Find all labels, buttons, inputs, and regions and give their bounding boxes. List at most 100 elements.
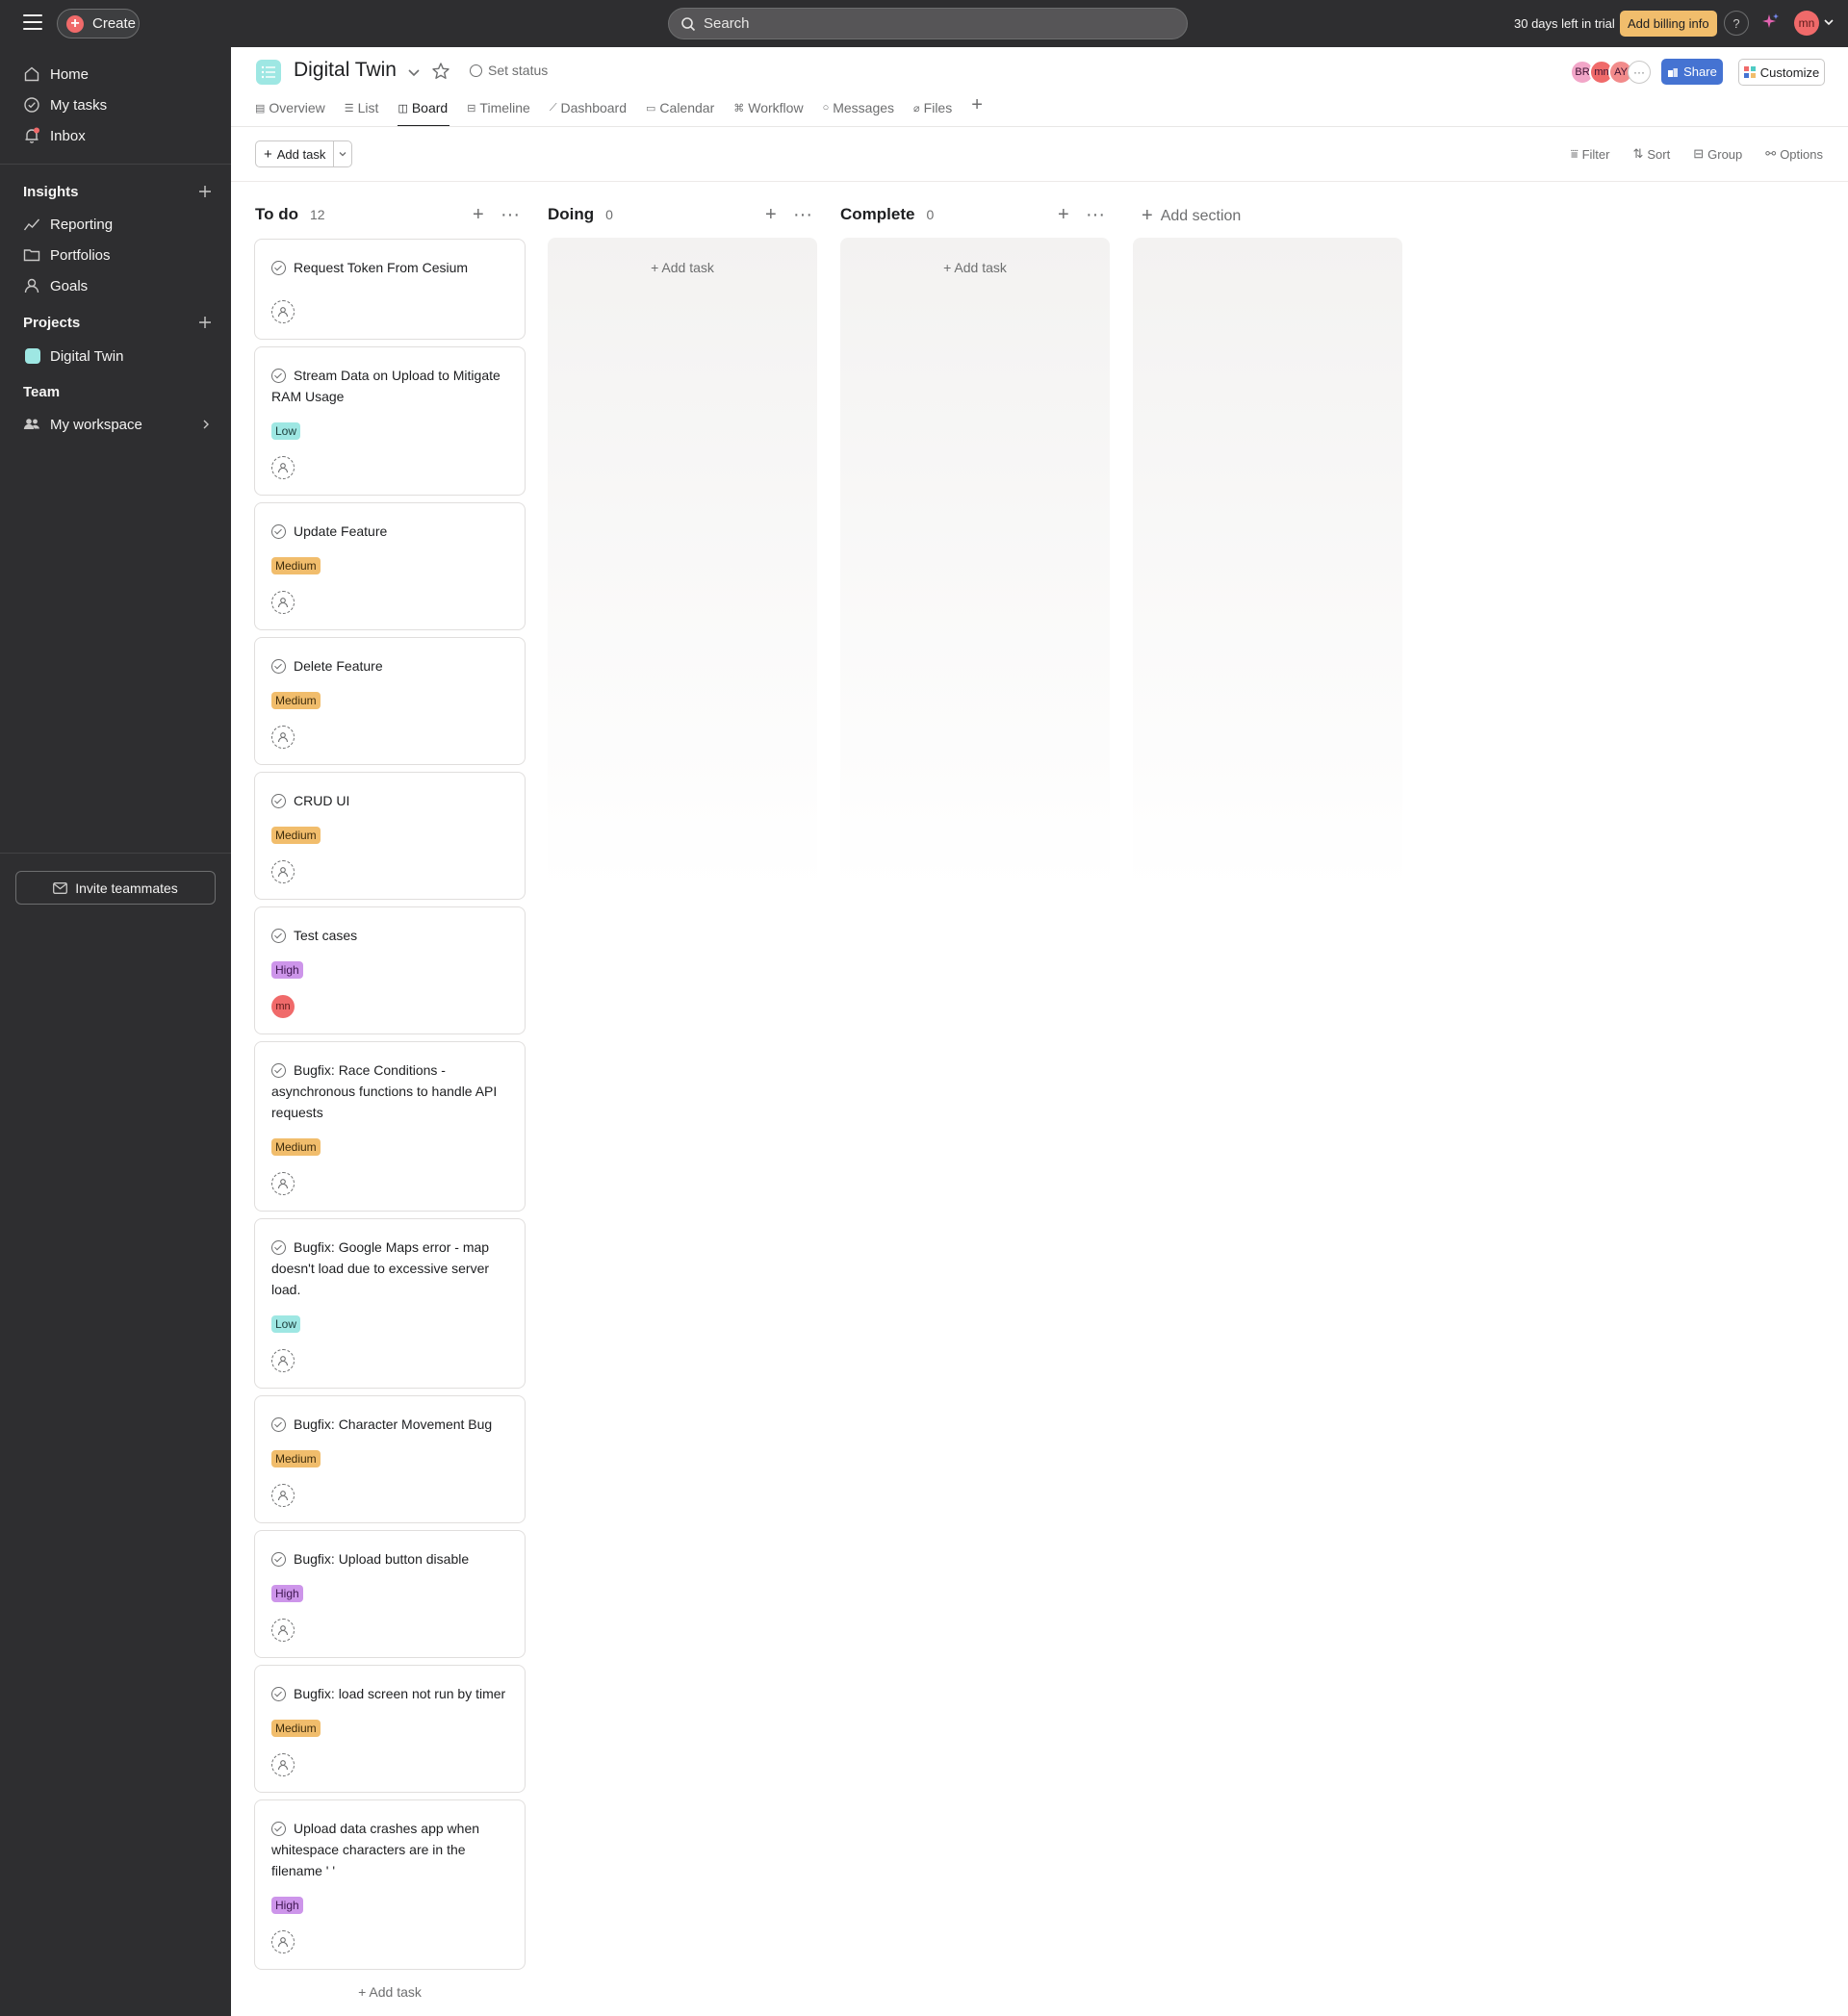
- chevron-down-icon[interactable]: [406, 64, 422, 80]
- assignee-placeholder-icon[interactable]: [271, 1172, 295, 1195]
- tab-overview[interactable]: ▤ Overview: [255, 96, 335, 119]
- add-task-icon[interactable]: +: [473, 205, 484, 224]
- dashboard-icon: ⟋: [549, 101, 557, 114]
- sidebar-item-inbox[interactable]: Inbox: [23, 122, 216, 149]
- check-circle-icon[interactable]: [271, 369, 286, 383]
- sparkle-icon[interactable]: [1760, 12, 1782, 33]
- assignee-placeholder-icon[interactable]: [271, 1930, 295, 1953]
- group-button[interactable]: ⊟ Group: [1693, 146, 1742, 162]
- sidebar-item-portfolios[interactable]: Portfolios: [23, 242, 216, 268]
- add-task-icon[interactable]: +: [1058, 205, 1069, 224]
- task-card[interactable]: Bugfix: Upload button disable High: [254, 1530, 526, 1658]
- more-options-icon[interactable]: ···: [1086, 205, 1105, 224]
- customize-button[interactable]: Customize: [1738, 59, 1825, 86]
- help-button[interactable]: ?: [1724, 11, 1749, 36]
- sidebar-item-my-tasks[interactable]: My tasks: [23, 91, 216, 118]
- filter-button[interactable]: ⩸ Filter: [1571, 146, 1610, 162]
- check-circle-icon[interactable]: [271, 1822, 286, 1836]
- check-circle-icon[interactable]: [271, 929, 286, 943]
- assignee-placeholder-icon[interactable]: [271, 300, 295, 323]
- assignee-placeholder-icon[interactable]: [271, 1619, 295, 1642]
- tab-board[interactable]: ◫ Board: [398, 96, 457, 127]
- check-circle-icon[interactable]: [271, 1552, 286, 1567]
- task-card[interactable]: Bugfix: load screen not run by timer Med…: [254, 1665, 526, 1793]
- star-icon[interactable]: [431, 62, 450, 81]
- sidebar-item-home[interactable]: Home: [23, 61, 216, 88]
- projects-heading[interactable]: Projects: [23, 315, 80, 331]
- assignee-placeholder-icon[interactable]: [271, 726, 295, 749]
- board-icon: ◫: [398, 102, 408, 115]
- tab-calendar[interactable]: ▭ Calendar: [646, 96, 724, 119]
- tab-timeline[interactable]: ⊟ Timeline: [467, 96, 540, 119]
- share-button[interactable]: Share: [1661, 59, 1723, 85]
- invite-teammates-button[interactable]: Invite teammates: [15, 871, 216, 905]
- assignee-placeholder-icon[interactable]: [271, 860, 295, 883]
- tab-label: Overview: [269, 100, 325, 115]
- chevron-down-icon[interactable]: [1822, 15, 1835, 29]
- task-card[interactable]: Request Token From Cesium: [254, 239, 526, 340]
- add-insight-icon[interactable]: [198, 185, 212, 198]
- set-status-button[interactable]: Set status: [470, 63, 548, 78]
- sidebar-item-digital-twin[interactable]: Digital Twin: [25, 343, 218, 370]
- add-task-button[interactable]: + Add task: [256, 141, 335, 166]
- assignee-placeholder-icon[interactable]: [271, 1349, 295, 1372]
- tab-messages[interactable]: ○ Messages: [823, 96, 904, 119]
- add-task-button[interactable]: + Add task: [840, 260, 1110, 275]
- add-task-icon[interactable]: +: [765, 205, 777, 224]
- options-button[interactable]: ⚯ Options: [1765, 146, 1823, 162]
- add-tab-icon[interactable]: +: [971, 94, 983, 127]
- group-label: Group: [1707, 146, 1743, 162]
- assignee-placeholder-icon[interactable]: [271, 1753, 295, 1776]
- check-circle-icon[interactable]: [271, 524, 286, 539]
- toolbar-divider: [231, 181, 1848, 182]
- assignee-placeholder-icon[interactable]: [271, 456, 295, 479]
- task-card[interactable]: Upload data crashes app when whitespace …: [254, 1799, 526, 1970]
- add-task-dropdown[interactable]: [334, 141, 351, 166]
- check-circle-icon[interactable]: [271, 1240, 286, 1255]
- project-members[interactable]: BR mn AY ···: [1570, 60, 1651, 85]
- avatar[interactable]: mn: [1794, 11, 1819, 36]
- add-project-icon[interactable]: [198, 316, 212, 329]
- sidebar-item-reporting[interactable]: Reporting: [23, 211, 216, 238]
- add-billing-button[interactable]: Add billing info: [1620, 11, 1717, 37]
- more-members-icon[interactable]: ···: [1628, 61, 1651, 84]
- task-card[interactable]: Update Feature Medium: [254, 502, 526, 630]
- check-circle-icon[interactable]: [271, 261, 286, 275]
- tab-workflow[interactable]: ⌘ Workflow: [733, 96, 812, 119]
- search-input[interactable]: Search: [668, 8, 1188, 39]
- tab-files[interactable]: ⌀ Files: [913, 96, 962, 119]
- check-circle-icon[interactable]: [271, 659, 286, 674]
- insights-heading[interactable]: Insights: [23, 184, 79, 200]
- tab-dashboard[interactable]: ⟋ Dashboard: [550, 96, 636, 119]
- check-circle-icon[interactable]: [271, 1417, 286, 1432]
- assignee-placeholder-icon[interactable]: [271, 1484, 295, 1507]
- task-card[interactable]: Bugfix: Character Movement Bug Medium: [254, 1395, 526, 1523]
- create-button[interactable]: + Create: [57, 9, 140, 38]
- chevron-right-icon[interactable]: [200, 419, 212, 430]
- check-circle-icon[interactable]: [271, 1687, 286, 1701]
- sidebar-item-my-workspace[interactable]: My workspace: [23, 411, 216, 438]
- task-card[interactable]: Test cases High mn: [254, 906, 526, 1034]
- tab-list[interactable]: ☰ List: [345, 96, 389, 119]
- check-circle-icon[interactable]: [271, 794, 286, 808]
- more-options-icon[interactable]: ···: [793, 205, 812, 224]
- task-card[interactable]: Delete Feature Medium: [254, 637, 526, 765]
- assignee-avatar[interactable]: mn: [271, 995, 295, 1018]
- task-card[interactable]: Stream Data on Upload to Mitigate RAM Us…: [254, 346, 526, 496]
- task-card[interactable]: Bugfix: Google Maps error - map doesn't …: [254, 1218, 526, 1389]
- sidebar-item-goals[interactable]: Goals: [23, 272, 216, 299]
- add-task-button[interactable]: + Add task: [548, 260, 817, 275]
- task-title: Bugfix: Race Conditions - asynchronous f…: [271, 1059, 508, 1123]
- sort-button[interactable]: ⇅ Sort: [1632, 146, 1670, 162]
- more-options-icon[interactable]: ···: [500, 205, 520, 224]
- project-color-chip: [25, 348, 40, 364]
- assignee-placeholder-icon[interactable]: [271, 591, 295, 614]
- menu-icon[interactable]: [23, 14, 42, 32]
- task-card[interactable]: Bugfix: Race Conditions - asynchronous f…: [254, 1041, 526, 1212]
- priority-tag: Medium: [271, 1450, 321, 1467]
- add-task-button[interactable]: + Add task: [254, 1984, 526, 2000]
- sidebar-item-label: Portfolios: [50, 246, 111, 264]
- task-card[interactable]: CRUD UI Medium: [254, 772, 526, 900]
- check-circle-icon[interactable]: [271, 1063, 286, 1078]
- add-section-button[interactable]: + Add section: [1142, 205, 1241, 227]
